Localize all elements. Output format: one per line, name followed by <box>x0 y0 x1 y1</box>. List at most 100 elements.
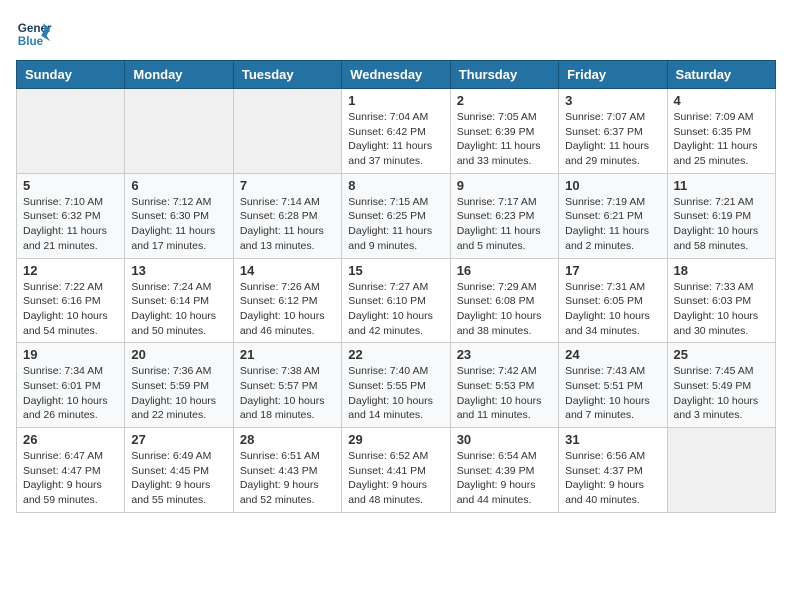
calendar-cell: 17Sunrise: 7:31 AM Sunset: 6:05 PM Dayli… <box>559 258 667 343</box>
day-info: Sunrise: 7:07 AM Sunset: 6:37 PM Dayligh… <box>565 110 660 169</box>
column-header-thursday: Thursday <box>450 61 558 89</box>
calendar-cell: 24 Sunrise: 7:43 AM Sunset: 5:51 PM Dayli… <box>559 343 667 428</box>
calendar-cell: 8 Sunrise: 7:15 AM Sunset: 6:25 PM Daylig… <box>342 173 450 258</box>
calendar-cell <box>17 89 125 174</box>
day-info: Sunrise: 7:36 AM Sunset: 5:59 PM Dayligh… <box>131 364 226 423</box>
day-info: Sunrise: 7:05 AM Sunset: 6:39 PM Dayligh… <box>457 110 552 169</box>
day-info: Sunrise: 7:22 AM Sunset: 6:16 PM Dayligh… <box>23 280 118 339</box>
day-number: 10 <box>565 178 660 193</box>
day-info: Sunrise: 7:45 AM Sunset: 5:49 PM Dayligh… <box>674 364 769 423</box>
day-number: 8 <box>348 178 443 193</box>
calendar-cell: 31Sunrise: 6:56 AM Sunset: 4:37 PM Dayli… <box>559 428 667 513</box>
day-info: Sunrise: 7:26 AM Sunset: 6:12 PM Dayligh… <box>240 280 335 339</box>
day-info: Sunrise: 6:52 AM Sunset: 4:41 PM Dayligh… <box>348 449 443 508</box>
day-number: 1 <box>348 93 443 108</box>
day-number: 21 <box>240 347 335 362</box>
day-number: 23 <box>457 347 552 362</box>
day-info: Sunrise: 7:14 AM Sunset: 6:28 PM Dayligh… <box>240 195 335 254</box>
calendar-cell: 13Sunrise: 7:24 AM Sunset: 6:14 PM Dayli… <box>125 258 233 343</box>
calendar-cell: 3 Sunrise: 7:07 AM Sunset: 6:37 PM Daylig… <box>559 89 667 174</box>
logo: General Blue <box>16 16 52 52</box>
calendar-cell: 28 Sunrise: 6:51 AM Sunset: 4:43 PM Dayli… <box>233 428 341 513</box>
column-header-sunday: Sunday <box>17 61 125 89</box>
page-header: General Blue <box>16 16 776 52</box>
day-number: 27 <box>131 432 226 447</box>
day-number: 7 <box>240 178 335 193</box>
day-info: Sunrise: 6:56 AM Sunset: 4:37 PM Dayligh… <box>565 449 660 508</box>
column-header-saturday: Saturday <box>667 61 775 89</box>
day-number: 4 <box>674 93 769 108</box>
day-number: 12 <box>23 263 118 278</box>
column-header-wednesday: Wednesday <box>342 61 450 89</box>
day-number: 25 <box>674 347 769 362</box>
week-row-3: 12 Sunrise: 7:22 AM Sunset: 6:16 PM Dayli… <box>17 258 776 343</box>
calendar: SundayMondayTuesdayWednesdayThursdayFrid… <box>16 60 776 513</box>
calendar-cell: 25 Sunrise: 7:45 AM Sunset: 5:49 PM Dayli… <box>667 343 775 428</box>
calendar-cell: 12 Sunrise: 7:22 AM Sunset: 6:16 PM Dayli… <box>17 258 125 343</box>
week-row-5: 26Sunrise: 6:47 AM Sunset: 4:47 PM Dayli… <box>17 428 776 513</box>
day-number: 20 <box>131 347 226 362</box>
calendar-cell: 9Sunrise: 7:17 AM Sunset: 6:23 PM Daylig… <box>450 173 558 258</box>
calendar-cell: 18 Sunrise: 7:33 AM Sunset: 6:03 PM Dayli… <box>667 258 775 343</box>
week-row-1: 1Sunrise: 7:04 AM Sunset: 6:42 PM Daylig… <box>17 89 776 174</box>
calendar-cell: 2Sunrise: 7:05 AM Sunset: 6:39 PM Daylig… <box>450 89 558 174</box>
day-info: Sunrise: 7:38 AM Sunset: 5:57 PM Dayligh… <box>240 364 335 423</box>
calendar-header-row: SundayMondayTuesdayWednesdayThursdayFrid… <box>17 61 776 89</box>
day-number: 6 <box>131 178 226 193</box>
day-info: Sunrise: 6:49 AM Sunset: 4:45 PM Dayligh… <box>131 449 226 508</box>
calendar-cell: 10 Sunrise: 7:19 AM Sunset: 6:21 PM Dayli… <box>559 173 667 258</box>
svg-text:Blue: Blue <box>18 35 44 48</box>
day-info: Sunrise: 7:27 AM Sunset: 6:10 PM Dayligh… <box>348 280 443 339</box>
logo-icon: General Blue <box>16 16 52 52</box>
calendar-cell: 14 Sunrise: 7:26 AM Sunset: 6:12 PM Dayli… <box>233 258 341 343</box>
day-info: Sunrise: 7:21 AM Sunset: 6:19 PM Dayligh… <box>674 195 769 254</box>
day-number: 22 <box>348 347 443 362</box>
day-info: Sunrise: 7:19 AM Sunset: 6:21 PM Dayligh… <box>565 195 660 254</box>
day-number: 14 <box>240 263 335 278</box>
day-info: Sunrise: 7:10 AM Sunset: 6:32 PM Dayligh… <box>23 195 118 254</box>
calendar-cell: 16 Sunrise: 7:29 AM Sunset: 6:08 PM Dayli… <box>450 258 558 343</box>
calendar-cell <box>125 89 233 174</box>
day-info: Sunrise: 7:43 AM Sunset: 5:51 PM Dayligh… <box>565 364 660 423</box>
day-number: 3 <box>565 93 660 108</box>
calendar-cell: 15 Sunrise: 7:27 AM Sunset: 6:10 PM Dayli… <box>342 258 450 343</box>
day-number: 24 <box>565 347 660 362</box>
day-info: Sunrise: 6:54 AM Sunset: 4:39 PM Dayligh… <box>457 449 552 508</box>
calendar-cell: 23 Sunrise: 7:42 AM Sunset: 5:53 PM Dayli… <box>450 343 558 428</box>
calendar-cell: 30 Sunrise: 6:54 AM Sunset: 4:39 PM Dayli… <box>450 428 558 513</box>
calendar-cell: 19Sunrise: 7:34 AM Sunset: 6:01 PM Dayli… <box>17 343 125 428</box>
day-info: Sunrise: 7:42 AM Sunset: 5:53 PM Dayligh… <box>457 364 552 423</box>
day-number: 11 <box>674 178 769 193</box>
column-header-tuesday: Tuesday <box>233 61 341 89</box>
calendar-cell <box>233 89 341 174</box>
day-number: 15 <box>348 263 443 278</box>
day-number: 16 <box>457 263 552 278</box>
calendar-cell: 7 Sunrise: 7:14 AM Sunset: 6:28 PM Daylig… <box>233 173 341 258</box>
day-number: 19 <box>23 347 118 362</box>
day-info: Sunrise: 6:47 AM Sunset: 4:47 PM Dayligh… <box>23 449 118 508</box>
column-header-monday: Monday <box>125 61 233 89</box>
calendar-cell: 26Sunrise: 6:47 AM Sunset: 4:47 PM Dayli… <box>17 428 125 513</box>
calendar-cell: 1Sunrise: 7:04 AM Sunset: 6:42 PM Daylig… <box>342 89 450 174</box>
calendar-cell <box>667 428 775 513</box>
day-number: 30 <box>457 432 552 447</box>
day-number: 9 <box>457 178 552 193</box>
day-number: 28 <box>240 432 335 447</box>
calendar-cell: 6 Sunrise: 7:12 AM Sunset: 6:30 PM Daylig… <box>125 173 233 258</box>
day-info: Sunrise: 7:31 AM Sunset: 6:05 PM Dayligh… <box>565 280 660 339</box>
day-info: Sunrise: 7:40 AM Sunset: 5:55 PM Dayligh… <box>348 364 443 423</box>
day-info: Sunrise: 7:12 AM Sunset: 6:30 PM Dayligh… <box>131 195 226 254</box>
calendar-cell: 29Sunrise: 6:52 AM Sunset: 4:41 PM Dayli… <box>342 428 450 513</box>
day-info: Sunrise: 7:29 AM Sunset: 6:08 PM Dayligh… <box>457 280 552 339</box>
day-info: Sunrise: 7:33 AM Sunset: 6:03 PM Dayligh… <box>674 280 769 339</box>
calendar-cell: 11 Sunrise: 7:21 AM Sunset: 6:19 PM Dayli… <box>667 173 775 258</box>
day-number: 18 <box>674 263 769 278</box>
column-header-friday: Friday <box>559 61 667 89</box>
week-row-2: 5Sunrise: 7:10 AM Sunset: 6:32 PM Daylig… <box>17 173 776 258</box>
calendar-cell: 5Sunrise: 7:10 AM Sunset: 6:32 PM Daylig… <box>17 173 125 258</box>
day-info: Sunrise: 6:51 AM Sunset: 4:43 PM Dayligh… <box>240 449 335 508</box>
day-number: 13 <box>131 263 226 278</box>
calendar-cell: 4Sunrise: 7:09 AM Sunset: 6:35 PM Daylig… <box>667 89 775 174</box>
day-info: Sunrise: 7:15 AM Sunset: 6:25 PM Dayligh… <box>348 195 443 254</box>
calendar-cell: 20 Sunrise: 7:36 AM Sunset: 5:59 PM Dayli… <box>125 343 233 428</box>
